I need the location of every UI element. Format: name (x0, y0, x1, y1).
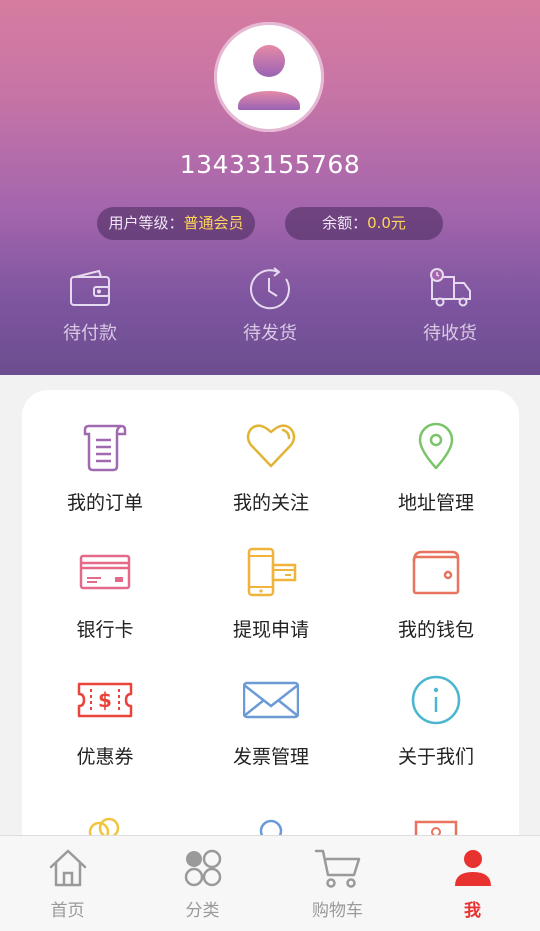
menu-my-follows[interactable]: 我的关注 (188, 418, 354, 515)
cart-icon (314, 849, 360, 888)
wallet-icon (70, 269, 110, 306)
home-icon (49, 849, 86, 887)
user-level-badge: 用户等级：普通会员 (97, 207, 255, 240)
menu-about-us[interactable]: 关于我们 (353, 672, 519, 769)
phone-withdraw-icon (247, 547, 297, 597)
coupon-icon: $ (77, 682, 133, 718)
order-pending-receipt-label: 待收货 (423, 323, 477, 344)
bank-card-icon (79, 554, 131, 590)
truck-icon (430, 268, 471, 307)
avatar[interactable] (214, 22, 324, 132)
order-pending-receipt[interactable]: 待收货 (390, 265, 510, 345)
envelope-icon (243, 681, 299, 719)
user-avatar-icon (238, 45, 300, 110)
user-icon (454, 850, 491, 886)
heart-icon (246, 424, 296, 468)
order-pending-payment-label: 待付款 (63, 323, 117, 344)
menu-card: 我的订单 我的关注 地址管理 银行卡 提现申请 我的钱包 $ 优惠券 发票管理 … (22, 390, 519, 860)
clock-icon (250, 267, 290, 310)
tab-home[interactable]: 首页 (0, 836, 135, 921)
tab-me-label: 我 (464, 901, 481, 921)
menu-my-orders[interactable]: 我的订单 (22, 418, 188, 515)
info-icon (411, 675, 461, 725)
menu-withdraw-label: 提现申请 (232, 619, 309, 641)
order-pending-payment[interactable]: 待付款 (30, 265, 150, 345)
menu-my-wallet[interactable]: 我的钱包 (353, 545, 519, 642)
menu-coupons[interactable]: $ 优惠券 (22, 672, 188, 769)
menu-coupons-label: 优惠券 (76, 746, 134, 768)
menu-invoices[interactable]: 发票管理 (188, 672, 354, 769)
user-level-label: 用户等级： (108, 214, 184, 232)
balance-value: 0.0元 (367, 214, 406, 232)
tab-me[interactable]: 我 (405, 836, 540, 921)
tab-home-label: 首页 (50, 901, 85, 921)
tab-category[interactable]: 分类 (135, 836, 270, 921)
user-level-value: 普通会员 (183, 214, 244, 232)
menu-my-wallet-label: 我的钱包 (397, 619, 474, 641)
menu-about-us-label: 关于我们 (397, 746, 474, 768)
menu-bank-card-label: 银行卡 (76, 619, 134, 641)
bottom-tab-bar: 首页 分类 购物车 我 (0, 835, 540, 931)
user-phone: 13433155768 (179, 150, 361, 179)
menu-bank-card[interactable]: 银行卡 (22, 545, 188, 642)
menu-withdraw[interactable]: 提现申请 (188, 545, 354, 642)
location-pin-icon (418, 422, 454, 470)
tab-cart-label: 购物车 (312, 901, 363, 921)
menu-invoices-label: 发票管理 (232, 746, 309, 768)
tab-cart[interactable]: 购物车 (270, 836, 405, 921)
category-icon (184, 849, 221, 887)
tab-category-label: 分类 (185, 901, 220, 921)
menu-my-follows-label: 我的关注 (232, 492, 309, 514)
balance-label: 余额： (322, 214, 368, 232)
order-pending-shipment[interactable]: 待发货 (210, 265, 330, 345)
menu-address[interactable]: 地址管理 (353, 418, 519, 515)
profile-header: 13433155768 用户等级：普通会员 余额：0.0元 待付款 待发货 待收… (0, 0, 540, 375)
menu-my-orders-label: 我的订单 (66, 492, 143, 514)
menu-address-label: 地址管理 (397, 492, 474, 514)
order-pending-shipment-label: 待发货 (243, 323, 297, 344)
order-list-icon (83, 424, 127, 472)
balance-badge[interactable]: 余额：0.0元 (285, 207, 443, 240)
svg-text:$: $ (98, 688, 112, 712)
wallet-icon (412, 550, 460, 595)
